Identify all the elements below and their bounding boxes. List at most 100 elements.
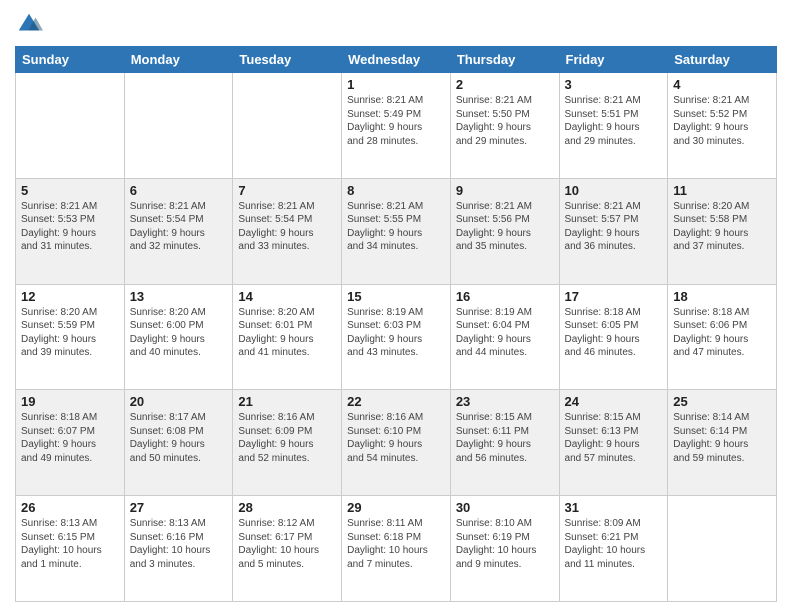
day-cell: 13 Sunrise: 8:20 AM Sunset: 6:00 PM Dayli… — [124, 284, 233, 390]
day-number: 11 — [673, 183, 771, 198]
day-cell: 29 Sunrise: 8:11 AM Sunset: 6:18 PM Dayli… — [342, 496, 451, 602]
day-number: 8 — [347, 183, 445, 198]
day-cell: 27 Sunrise: 8:13 AM Sunset: 6:16 PM Dayli… — [124, 496, 233, 602]
day-info: Sunrise: 8:20 AM Sunset: 5:58 PM Dayligh… — [673, 200, 771, 254]
day-cell: 10Sunrise: 8:21 AM Sunset: 5:57 PM Dayli… — [559, 178, 668, 284]
day-info: Sunrise: 8:13 AM Sunset: 6:15 PM Dayligh… — [21, 517, 119, 571]
day-number: 16 — [456, 289, 554, 304]
day-number: 27 — [130, 500, 228, 515]
day-number: 25 — [673, 394, 771, 409]
day-info: Sunrise: 8:19 AM Sunset: 6:04 PM Dayligh… — [456, 306, 554, 360]
day-number: 2 — [456, 77, 554, 92]
day-number: 6 — [130, 183, 228, 198]
day-cell: 22 Sunrise: 8:16 AM Sunset: 6:10 PM Dayli… — [342, 390, 451, 496]
day-cell: 3 Sunrise: 8:21 AM Sunset: 5:51 PM Daylig… — [559, 73, 668, 179]
day-info: Sunrise: 8:20 AM Sunset: 6:00 PM Dayligh… — [130, 306, 228, 360]
day-number: 17 — [565, 289, 663, 304]
logo-icon — [15, 10, 43, 38]
day-cell: 23 Sunrise: 8:15 AM Sunset: 6:11 PM Dayli… — [450, 390, 559, 496]
day-number: 28 — [238, 500, 336, 515]
day-cell: 21Sunrise: 8:16 AM Sunset: 6:09 PM Dayli… — [233, 390, 342, 496]
day-info: Sunrise: 8:20 AM Sunset: 5:59 PM Dayligh… — [21, 306, 119, 360]
day-cell: 5 Sunrise: 8:21 AM Sunset: 5:53 PM Daylig… — [16, 178, 125, 284]
week-row-4: 19 Sunrise: 8:18 AM Sunset: 6:07 PM Dayli… — [16, 390, 777, 496]
day-cell: 11 Sunrise: 8:20 AM Sunset: 5:58 PM Dayli… — [668, 178, 777, 284]
day-info: Sunrise: 8:18 AM Sunset: 6:06 PM Dayligh… — [673, 306, 771, 360]
day-info: Sunrise: 8:21 AM Sunset: 5:52 PM Dayligh… — [673, 94, 771, 148]
day-number: 19 — [21, 394, 119, 409]
day-cell — [16, 73, 125, 179]
day-number: 13 — [130, 289, 228, 304]
week-row-5: 26Sunrise: 8:13 AM Sunset: 6:15 PM Dayli… — [16, 496, 777, 602]
day-info: Sunrise: 8:21 AM Sunset: 5:54 PM Dayligh… — [130, 200, 228, 254]
day-number: 4 — [673, 77, 771, 92]
day-cell: 17 Sunrise: 8:18 AM Sunset: 6:05 PM Dayli… — [559, 284, 668, 390]
day-number: 3 — [565, 77, 663, 92]
day-cell: 15Sunrise: 8:19 AM Sunset: 6:03 PM Dayli… — [342, 284, 451, 390]
day-number: 20 — [130, 394, 228, 409]
day-cell — [233, 73, 342, 179]
day-number: 24 — [565, 394, 663, 409]
day-info: Sunrise: 8:21 AM Sunset: 5:53 PM Dayligh… — [21, 200, 119, 254]
day-info: Sunrise: 8:21 AM Sunset: 5:55 PM Dayligh… — [347, 200, 445, 254]
day-header-friday: Friday — [559, 47, 668, 73]
day-header-monday: Monday — [124, 47, 233, 73]
day-number: 12 — [21, 289, 119, 304]
day-number: 29 — [347, 500, 445, 515]
day-info: Sunrise: 8:18 AM Sunset: 6:07 PM Dayligh… — [21, 411, 119, 465]
day-number: 9 — [456, 183, 554, 198]
day-cell: 30 Sunrise: 8:10 AM Sunset: 6:19 PM Dayli… — [450, 496, 559, 602]
day-header-sunday: Sunday — [16, 47, 125, 73]
day-number: 30 — [456, 500, 554, 515]
day-number: 22 — [347, 394, 445, 409]
day-info: Sunrise: 8:13 AM Sunset: 6:16 PM Dayligh… — [130, 517, 228, 571]
day-number: 5 — [21, 183, 119, 198]
calendar-table: SundayMondayTuesdayWednesdayThursdayFrid… — [15, 46, 777, 602]
header — [15, 10, 777, 38]
day-info: Sunrise: 8:17 AM Sunset: 6:08 PM Dayligh… — [130, 411, 228, 465]
day-cell: 14 Sunrise: 8:20 AM Sunset: 6:01 PM Dayli… — [233, 284, 342, 390]
day-info: Sunrise: 8:14 AM Sunset: 6:14 PM Dayligh… — [673, 411, 771, 465]
day-cell: 20 Sunrise: 8:17 AM Sunset: 6:08 PM Dayli… — [124, 390, 233, 496]
day-cell — [668, 496, 777, 602]
day-info: Sunrise: 8:16 AM Sunset: 6:10 PM Dayligh… — [347, 411, 445, 465]
day-cell: 28 Sunrise: 8:12 AM Sunset: 6:17 PM Dayli… — [233, 496, 342, 602]
day-cell: 26Sunrise: 8:13 AM Sunset: 6:15 PM Dayli… — [16, 496, 125, 602]
day-cell: 4 Sunrise: 8:21 AM Sunset: 5:52 PM Daylig… — [668, 73, 777, 179]
day-number: 15 — [347, 289, 445, 304]
day-cell: 25 Sunrise: 8:14 AM Sunset: 6:14 PM Dayli… — [668, 390, 777, 496]
day-cell: 1Sunrise: 8:21 AM Sunset: 5:49 PM Daylig… — [342, 73, 451, 179]
day-cell: 9Sunrise: 8:21 AM Sunset: 5:56 PM Daylig… — [450, 178, 559, 284]
day-cell: 2 Sunrise: 8:21 AM Sunset: 5:50 PM Daylig… — [450, 73, 559, 179]
day-cell: 6 Sunrise: 8:21 AM Sunset: 5:54 PM Daylig… — [124, 178, 233, 284]
day-cell: 7Sunrise: 8:21 AM Sunset: 5:54 PM Daylig… — [233, 178, 342, 284]
day-info: Sunrise: 8:21 AM Sunset: 5:50 PM Dayligh… — [456, 94, 554, 148]
day-info: Sunrise: 8:11 AM Sunset: 6:18 PM Dayligh… — [347, 517, 445, 571]
day-info: Sunrise: 8:18 AM Sunset: 6:05 PM Dayligh… — [565, 306, 663, 360]
day-cell: 31Sunrise: 8:09 AM Sunset: 6:21 PM Dayli… — [559, 496, 668, 602]
day-cell: 18Sunrise: 8:18 AM Sunset: 6:06 PM Dayli… — [668, 284, 777, 390]
week-row-3: 12 Sunrise: 8:20 AM Sunset: 5:59 PM Dayli… — [16, 284, 777, 390]
day-info: Sunrise: 8:21 AM Sunset: 5:51 PM Dayligh… — [565, 94, 663, 148]
day-header-tuesday: Tuesday — [233, 47, 342, 73]
day-header-saturday: Saturday — [668, 47, 777, 73]
day-number: 14 — [238, 289, 336, 304]
day-cell: 16 Sunrise: 8:19 AM Sunset: 6:04 PM Dayli… — [450, 284, 559, 390]
day-header-wednesday: Wednesday — [342, 47, 451, 73]
day-cell — [124, 73, 233, 179]
day-number: 23 — [456, 394, 554, 409]
day-info: Sunrise: 8:15 AM Sunset: 6:13 PM Dayligh… — [565, 411, 663, 465]
day-cell: 24 Sunrise: 8:15 AM Sunset: 6:13 PM Dayli… — [559, 390, 668, 496]
day-info: Sunrise: 8:15 AM Sunset: 6:11 PM Dayligh… — [456, 411, 554, 465]
day-info: Sunrise: 8:20 AM Sunset: 6:01 PM Dayligh… — [238, 306, 336, 360]
day-info: Sunrise: 8:21 AM Sunset: 5:54 PM Dayligh… — [238, 200, 336, 254]
header-row: SundayMondayTuesdayWednesdayThursdayFrid… — [16, 47, 777, 73]
day-info: Sunrise: 8:16 AM Sunset: 6:09 PM Dayligh… — [238, 411, 336, 465]
day-info: Sunrise: 8:10 AM Sunset: 6:19 PM Dayligh… — [456, 517, 554, 571]
day-info: Sunrise: 8:21 AM Sunset: 5:49 PM Dayligh… — [347, 94, 445, 148]
day-header-thursday: Thursday — [450, 47, 559, 73]
week-row-1: 1Sunrise: 8:21 AM Sunset: 5:49 PM Daylig… — [16, 73, 777, 179]
day-info: Sunrise: 8:12 AM Sunset: 6:17 PM Dayligh… — [238, 517, 336, 571]
day-number: 31 — [565, 500, 663, 515]
logo — [15, 10, 47, 38]
